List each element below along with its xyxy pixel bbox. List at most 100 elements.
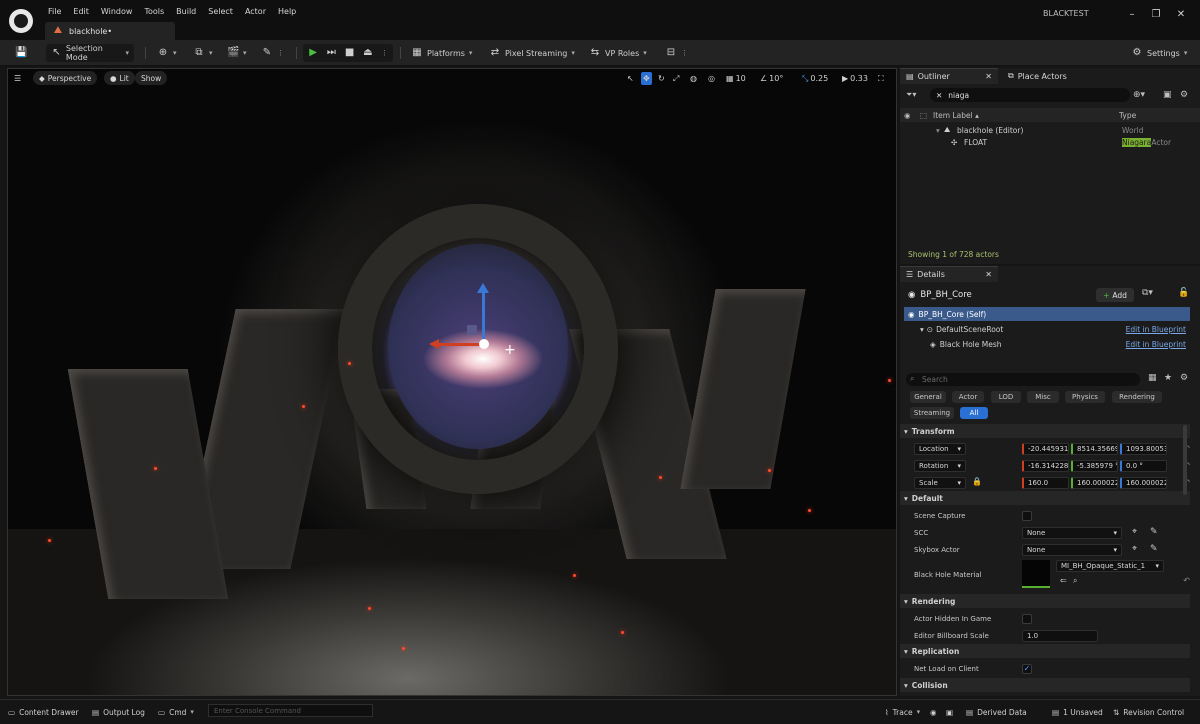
- component-row[interactable]: ▾ ⊙ DefaultSceneRoot Edit in Blueprint: [904, 322, 1190, 336]
- modes-button[interactable]: ✎ ⋮: [256, 44, 289, 62]
- expand-icon[interactable]: ▾: [920, 325, 924, 334]
- cinematics-button[interactable]: 🎬 ▾: [222, 44, 252, 62]
- level-tab[interactable]: ⛰ blackhole•: [45, 22, 175, 40]
- details-search-input[interactable]: Search: [906, 373, 1140, 386]
- component-row[interactable]: ◈ Black Hole Mesh Edit in Blueprint: [904, 337, 1190, 351]
- rotation-mode-dropdown[interactable]: Rotation ▾: [914, 459, 966, 472]
- scene-capture-checkbox[interactable]: [1022, 511, 1032, 521]
- lock-icon[interactable]: ⬚: [920, 111, 927, 120]
- menu-select[interactable]: Select: [202, 6, 239, 18]
- platforms-button[interactable]: ▦ Platforms ▾: [406, 44, 477, 62]
- derived-data-button[interactable]: ▤ Derived Data: [966, 705, 1027, 719]
- unsaved-button[interactable]: ▤ 1 Unsaved: [1052, 705, 1103, 719]
- cat-rendering[interactable]: Rendering: [1112, 391, 1162, 403]
- lock-icon[interactable]: 🔓: [1178, 288, 1189, 298]
- cat-lod[interactable]: LOD: [991, 391, 1021, 403]
- tab-details[interactable]: ☰ Details ✕: [900, 266, 998, 282]
- component-self[interactable]: ◉ BP_BH_Core (Self): [904, 307, 1190, 321]
- rotation-y-input[interactable]: -5.385979 °: [1071, 459, 1118, 472]
- location-x-input[interactable]: -20.445931: [1022, 442, 1069, 455]
- material-thumbnail[interactable]: [1022, 560, 1050, 588]
- star-icon[interactable]: ★: [1164, 373, 1172, 383]
- menu-window[interactable]: Window: [95, 6, 139, 18]
- cat-physics[interactable]: Physics: [1065, 391, 1105, 403]
- select-tool-icon[interactable]: ↖: [625, 72, 636, 85]
- gizmo-center[interactable]: [479, 339, 489, 349]
- minimize-icon[interactable]: –: [1124, 8, 1140, 22]
- hidden-in-game-checkbox[interactable]: [1022, 614, 1032, 624]
- menu-build[interactable]: Build: [170, 6, 202, 18]
- vr-button[interactable]: ⊟ ⋮: [660, 44, 693, 62]
- output-log-button[interactable]: ▤ Output Log: [92, 705, 145, 719]
- scale-tool-icon[interactable]: ⤢: [671, 72, 681, 85]
- edit-in-blueprint-link[interactable]: Edit in Blueprint: [1126, 325, 1186, 334]
- section-collision[interactable]: ▾ Collision: [900, 678, 1190, 692]
- reset-icon[interactable]: ↶: [1183, 576, 1190, 585]
- visibility-icon[interactable]: ◉: [904, 111, 911, 120]
- browse-icon[interactable]: ⌖: [1132, 544, 1137, 554]
- browse-icon[interactable]: ⌖: [1132, 527, 1137, 537]
- billboard-scale-input[interactable]: 1.0: [1022, 629, 1098, 642]
- cat-general[interactable]: General: [910, 391, 946, 403]
- viewport-menu-icon[interactable]: ☰: [12, 72, 23, 85]
- maximize-icon[interactable]: ❐: [1148, 8, 1164, 22]
- bh-material-dropdown[interactable]: MI_BH_Opaque_Static_1 ▾: [1056, 560, 1164, 572]
- settings-button[interactable]: ⚙ Settings ▾: [1126, 44, 1192, 62]
- rotation-z-input[interactable]: 0.0 °: [1120, 459, 1167, 472]
- rotation-x-input[interactable]: -16.314228: [1022, 459, 1069, 472]
- scale-mode-dropdown[interactable]: Scale ▾: [914, 476, 966, 489]
- skip-icon[interactable]: ⏭: [326, 47, 336, 59]
- menu-edit[interactable]: Edit: [67, 6, 95, 18]
- gizmo-x-arrow[interactable]: [429, 339, 439, 349]
- gear-icon[interactable]: ⚙: [1180, 373, 1188, 383]
- more-icon[interactable]: ⋮: [381, 49, 388, 57]
- gizmo-z-arrow[interactable]: [477, 283, 489, 293]
- gear-icon[interactable]: ⚙: [1180, 90, 1188, 100]
- gizmo-x-axis[interactable]: [438, 343, 484, 346]
- blueprint-button[interactable]: ⧉ ▾: [188, 44, 218, 62]
- close-icon[interactable]: ✕: [1173, 8, 1189, 22]
- blueprint-options-icon[interactable]: ⧉▾: [1142, 288, 1153, 298]
- stop-icon[interactable]: ■: [345, 47, 355, 59]
- camera-speed-control[interactable]: ▶ 0.33: [840, 72, 870, 85]
- section-replication[interactable]: ▾ Replication: [900, 644, 1190, 658]
- lit-button[interactable]: ● Lit: [104, 71, 135, 85]
- cmd-dropdown[interactable]: ▭ Cmd ▾: [158, 705, 194, 719]
- maximize-viewport-icon[interactable]: ⛶: [876, 72, 886, 85]
- add-actor-button[interactable]: ⊕ ▾: [152, 44, 182, 62]
- gizmo-z-axis[interactable]: [482, 291, 485, 343]
- save-button[interactable]: 💾: [10, 44, 32, 62]
- revision-control-button[interactable]: ⇅ Revision Control: [1113, 705, 1184, 719]
- col-type[interactable]: Type: [1119, 111, 1136, 120]
- eyedropper-icon[interactable]: ✎: [1150, 527, 1158, 537]
- browse-icon[interactable]: ⌕: [1073, 576, 1077, 586]
- outliner-row[interactable]: ✣ FLOAT NiagaraActor: [900, 136, 1200, 148]
- menu-tools[interactable]: Tools: [138, 6, 170, 18]
- section-default[interactable]: ▾ Default: [900, 491, 1190, 505]
- clear-search-icon[interactable]: ✕: [936, 91, 942, 100]
- play-icon[interactable]: ▶: [308, 47, 318, 59]
- cat-streaming[interactable]: Streaming: [910, 407, 954, 419]
- record-button[interactable]: ◉: [930, 705, 937, 719]
- screenshot-button[interactable]: ▣: [946, 705, 953, 719]
- add-component-button[interactable]: + Add: [1096, 288, 1134, 302]
- use-selected-icon[interactable]: ⇐: [1060, 576, 1067, 585]
- pixel-streaming-button[interactable]: ⇄ Pixel Streaming ▾: [484, 44, 580, 62]
- scale-z-input[interactable]: 160.000022: [1120, 476, 1167, 489]
- cat-misc[interactable]: Misc: [1027, 391, 1059, 403]
- collapse-icon[interactable]: ▾: [936, 126, 940, 135]
- section-rendering[interactable]: ▾ Rendering: [900, 594, 1190, 608]
- cat-all[interactable]: All: [960, 407, 988, 419]
- add-filter-icon[interactable]: ⊕▾: [1133, 90, 1145, 100]
- outliner-row[interactable]: ▾ ⛰ blackhole (Editor) World: [900, 124, 1200, 136]
- details-scrollbar[interactable]: [1183, 425, 1187, 495]
- col-item-label[interactable]: Item Label ▴: [933, 111, 979, 120]
- selection-mode-dropdown[interactable]: ↖ Selection Mode ▾: [46, 44, 134, 62]
- vp-roles-button[interactable]: ⇆ VP Roles ▾: [584, 44, 652, 62]
- menu-actor[interactable]: Actor: [239, 6, 272, 18]
- console-input[interactable]: Enter Console Command: [208, 704, 373, 717]
- rotate-tool-icon[interactable]: ↻: [656, 72, 667, 85]
- show-button[interactable]: Show: [135, 71, 168, 85]
- content-drawer-button[interactable]: ▭ Content Drawer: [8, 705, 79, 719]
- trace-button[interactable]: ⌇ Trace ▾: [885, 705, 920, 719]
